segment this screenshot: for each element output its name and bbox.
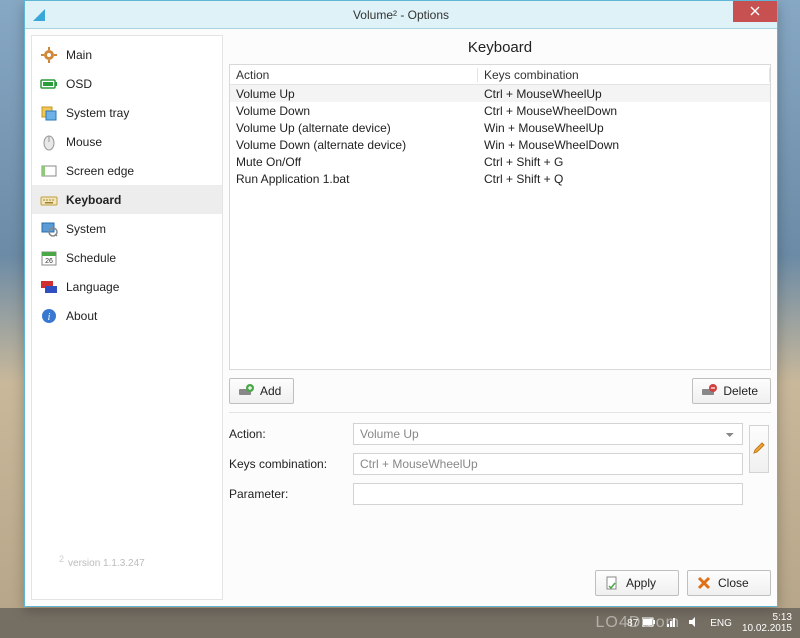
add-icon: [238, 383, 254, 399]
table-buttons: Add Delete: [229, 378, 771, 404]
cell-action: Mute On/Off: [230, 155, 478, 169]
delete-button[interactable]: Delete: [692, 378, 771, 404]
info-icon: i: [40, 307, 58, 325]
cell-keys: Ctrl + Shift + G: [478, 155, 770, 169]
sidebar-item-label: About: [66, 309, 97, 323]
pencil-icon: [752, 441, 766, 458]
tray-clock[interactable]: 5:13 10.02.2015: [742, 612, 792, 634]
cell-keys: Ctrl + MouseWheelDown: [478, 104, 770, 118]
close-x-icon: [696, 575, 712, 591]
options-window: Volume² - Options Main OSD System tray: [24, 0, 778, 607]
titlebar[interactable]: Volume² - Options: [25, 1, 777, 29]
add-label: Add: [260, 384, 281, 398]
table-row[interactable]: Volume Down (alternate device) Win + Mou…: [230, 136, 770, 153]
sidebar-item-system[interactable]: System: [32, 214, 222, 243]
sidebar-item-main[interactable]: Main: [32, 40, 222, 69]
sidebar: Main OSD System tray Mouse Screen edge K…: [31, 35, 223, 600]
taskbar[interactable]: 87 ENG 5:13 10.02.2015: [0, 608, 800, 638]
main-panel: Keyboard Action Keys combination Volume …: [229, 35, 771, 600]
cell-keys: Ctrl + MouseWheelUp: [478, 87, 770, 101]
svg-text:26: 26: [45, 258, 53, 265]
param-label: Parameter:: [229, 487, 347, 501]
window-close-button[interactable]: [733, 1, 777, 22]
sidebar-item-label: Main: [66, 48, 92, 62]
sidebar-item-keyboard[interactable]: Keyboard: [32, 185, 222, 214]
table-row[interactable]: Run Application 1.bat Ctrl + Shift + Q: [230, 170, 770, 187]
tray-language[interactable]: ENG: [710, 618, 732, 629]
table-row[interactable]: Volume Up (alternate device) Win + Mouse…: [230, 119, 770, 136]
column-keys[interactable]: Keys combination: [478, 68, 770, 82]
sidebar-item-schedule[interactable]: 26 Schedule: [32, 243, 222, 272]
footer-buttons: Apply Close: [229, 560, 771, 600]
sidebar-item-label: System tray: [66, 106, 129, 120]
sidebar-item-system-tray[interactable]: System tray: [32, 98, 222, 127]
edit-hotkey-button[interactable]: [749, 425, 769, 473]
calendar-icon: 26: [40, 249, 58, 267]
action-label: Action:: [229, 427, 347, 441]
apply-button[interactable]: Apply: [595, 570, 679, 596]
tray-network-icon[interactable]: [666, 616, 678, 631]
system-icon: [40, 220, 58, 238]
screen-edge-icon: [40, 162, 58, 180]
tray-icon: [40, 104, 58, 122]
close-label: Close: [718, 576, 749, 590]
sidebar-item-label: System: [66, 222, 106, 236]
close-icon: [750, 5, 760, 19]
sidebar-item-osd[interactable]: OSD: [32, 69, 222, 98]
sidebar-item-label: Mouse: [66, 135, 102, 149]
form-area: Action: Volume Up Keys combination: Para…: [229, 412, 771, 505]
column-action[interactable]: Action: [230, 68, 478, 82]
delete-label: Delete: [723, 384, 758, 398]
shortcuts-table[interactable]: Action Keys combination Volume Up Ctrl +…: [229, 64, 771, 370]
table-row[interactable]: Mute On/Off Ctrl + Shift + G: [230, 153, 770, 170]
window-title: Volume² - Options: [25, 8, 777, 22]
language-icon: [40, 278, 58, 296]
mouse-icon: [40, 133, 58, 151]
apply-icon: [604, 575, 620, 591]
battery-icon: [40, 75, 58, 93]
sidebar-item-screen-edge[interactable]: Screen edge: [32, 156, 222, 185]
sidebar-item-mouse[interactable]: Mouse: [32, 127, 222, 156]
cell-keys: Win + MouseWheelUp: [478, 121, 770, 135]
svg-text:i: i: [48, 312, 51, 323]
keys-label: Keys combination:: [229, 457, 347, 471]
add-button[interactable]: Add: [229, 378, 294, 404]
cell-action: Volume Down: [230, 104, 478, 118]
sidebar-item-label: OSD: [66, 77, 92, 91]
cell-keys: Ctrl + Shift + Q: [478, 172, 770, 186]
delete-icon: [701, 383, 717, 399]
sidebar-item-label: Keyboard: [66, 193, 121, 207]
sidebar-item-language[interactable]: Language: [32, 272, 222, 301]
sidebar-item-about[interactable]: i About: [32, 301, 222, 330]
tray-volume-icon[interactable]: [688, 616, 700, 631]
action-select[interactable]: Volume Up: [353, 423, 743, 445]
page-title: Keyboard: [229, 39, 771, 56]
apply-label: Apply: [626, 576, 656, 590]
version-text: 2version 1.1.3.247: [59, 558, 145, 569]
sidebar-item-label: Screen edge: [66, 164, 134, 178]
table-row[interactable]: Volume Up Ctrl + MouseWheelUp: [230, 85, 770, 102]
sidebar-item-label: Schedule: [66, 251, 116, 265]
gear-icon: [40, 46, 58, 64]
close-button[interactable]: Close: [687, 570, 771, 596]
cell-action: Volume Up (alternate device): [230, 121, 478, 135]
window-body: Main OSD System tray Mouse Screen edge K…: [25, 29, 777, 606]
sidebar-item-label: Language: [66, 280, 119, 294]
battery-icon: [642, 617, 656, 630]
cell-action: Run Application 1.bat: [230, 172, 478, 186]
cell-action: Volume Down (alternate device): [230, 138, 478, 152]
cell-keys: Win + MouseWheelDown: [478, 138, 770, 152]
cell-action: Volume Up: [230, 87, 478, 101]
table-header: Action Keys combination: [230, 65, 770, 85]
tray-battery[interactable]: 87: [627, 617, 656, 630]
table-row[interactable]: Volume Down Ctrl + MouseWheelDown: [230, 102, 770, 119]
keys-input[interactable]: [353, 453, 743, 475]
keyboard-icon: [40, 191, 58, 209]
param-input[interactable]: [353, 483, 743, 505]
